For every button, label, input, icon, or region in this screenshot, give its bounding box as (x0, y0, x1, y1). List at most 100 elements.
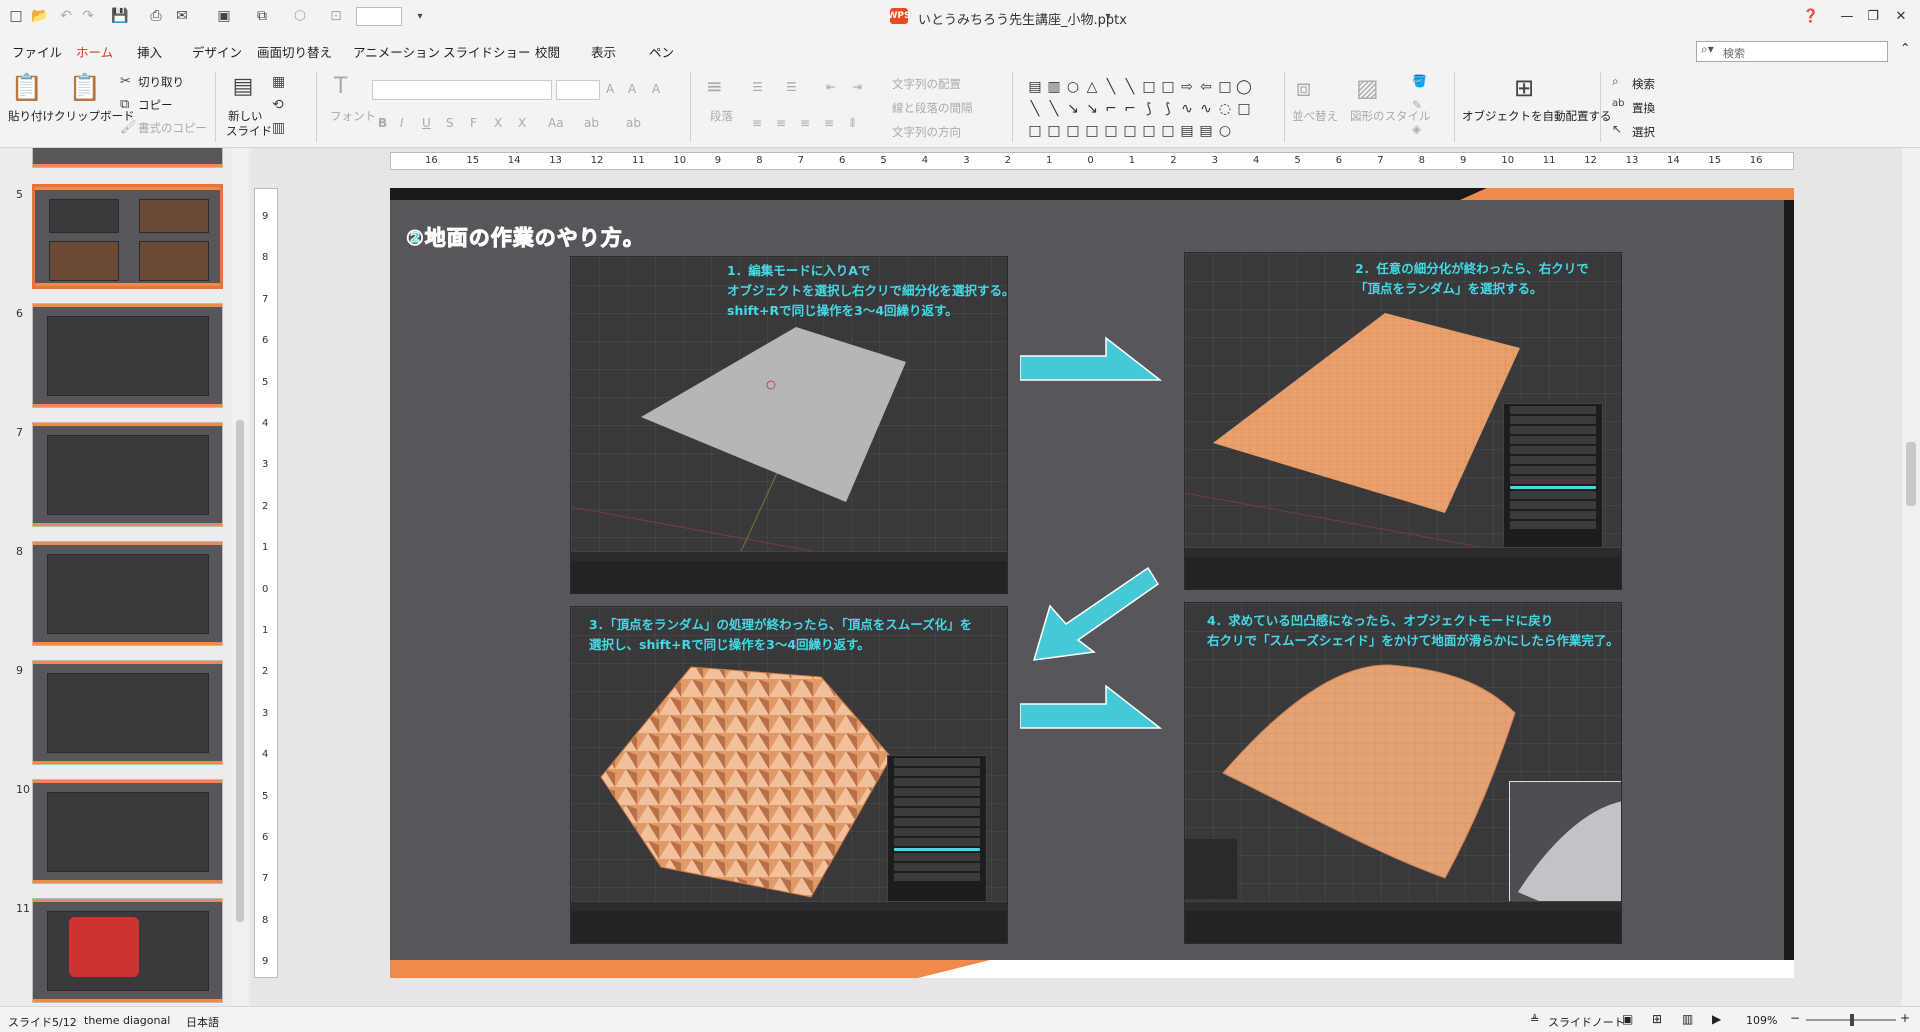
reset-icon[interactable]: ⟲ (272, 97, 284, 113)
theme-name[interactable]: theme diagonal (84, 1014, 170, 1027)
paste-button[interactable]: 貼り付け (8, 108, 54, 124)
tab-insert[interactable]: 挿入 (137, 42, 162, 61)
slide-sorter-icon[interactable]: ⊞ (1652, 1012, 1662, 1026)
search-input[interactable]: 検索 (1696, 41, 1888, 62)
zoom-out-icon[interactable]: − (1790, 1011, 1800, 1025)
shape-option-icon[interactable]: ▥ (1045, 78, 1063, 96)
shape-option-icon[interactable]: ▤ (1197, 122, 1215, 140)
tab-home[interactable]: ホーム (76, 42, 114, 66)
indent-increase-icon[interactable]: ⇥ (852, 80, 862, 94)
shape-option-icon[interactable]: ○ (1064, 78, 1082, 96)
tab-review[interactable]: 校閲 (535, 42, 560, 61)
shape-option-icon[interactable]: □ (1121, 122, 1139, 140)
shape-option-icon[interactable]: ⇨ (1178, 78, 1196, 96)
ribbon-collapse-icon[interactable]: ⌃ (1900, 40, 1910, 55)
redo-icon[interactable]: ↷ (78, 6, 98, 26)
customize-toolbar-icon[interactable]: ▾ (410, 6, 430, 26)
shape-option-icon[interactable]: □ (1235, 100, 1253, 118)
zoom-in-icon[interactable]: + (1900, 1011, 1910, 1025)
effects-icon[interactable]: ◈ (1412, 122, 1421, 136)
zoom-slider-thumb[interactable] (1850, 1014, 1854, 1026)
auto-arrange-icon[interactable]: ⊞ (1514, 74, 1534, 102)
slide-thumbnail-8[interactable] (32, 541, 223, 646)
line-spacing-button[interactable]: 線と段落の間隔 (892, 100, 973, 116)
align-right-icon[interactable]: ≡ (800, 116, 810, 130)
find-button[interactable]: 検索 (1632, 76, 1655, 92)
restore-icon[interactable]: ❐ (1862, 6, 1884, 26)
tab-design[interactable]: デザイン (192, 42, 242, 61)
shape-option-icon[interactable]: □ (1045, 122, 1063, 140)
align-left-icon[interactable]: ≡ (752, 116, 762, 130)
screenshot-step-1[interactable]: 1．編集モードに入りAで オブジェクトを選択し右クリで細分化を選択する。 shi… (570, 256, 1008, 594)
horizontal-ruler[interactable]: 16 15 14 13 12 11 10 9 8 7 6 5 4 3 2 1 0 1 2 3 4 5 6 7 8 9 10 11 12 1… (390, 152, 1794, 170)
shape-option-icon[interactable]: ⟆ (1159, 100, 1177, 118)
slide-title[interactable]: ②地面の作業のやり方。 (406, 222, 645, 252)
new-file-icon[interactable]: □ (6, 6, 26, 26)
close-icon[interactable]: ✕ (1890, 6, 1912, 26)
screenshot-step-3[interactable]: 3．「頂点をランダム」の処理が終わったら、「頂点をスムーズ化」を 選択し、shi… (570, 606, 1008, 944)
slide-thumbnail-7[interactable] (32, 422, 223, 527)
highlight-icon[interactable]: ab (626, 116, 641, 130)
slide-notes-button[interactable]: スライドノート (1548, 1014, 1625, 1030)
shape-option-icon[interactable]: ╲ (1102, 78, 1120, 96)
shadow-icon[interactable]: S (446, 116, 454, 130)
tab-transitions[interactable]: 画面切り替え (257, 42, 332, 61)
tab-view[interactable]: 表示 (591, 42, 616, 61)
screenshot-step-4[interactable]: 4．求めている凹凸感になったら、オブジェクトモードに戻り 右クリで「スムーズシェ… (1184, 602, 1622, 944)
bold-icon[interactable]: B (378, 116, 387, 130)
arrange-button[interactable]: 並べ替え (1292, 108, 1338, 124)
shapes-icon[interactable]: ⬡ (290, 6, 310, 26)
tab-file[interactable]: ファイル (12, 42, 62, 61)
slide-thumbnail-11[interactable] (32, 898, 223, 1003)
open-folder-icon[interactable]: 📂 (30, 6, 50, 26)
strikethrough-icon[interactable]: F (470, 116, 477, 130)
superscript-icon[interactable]: X (494, 116, 502, 130)
subscript-icon[interactable]: X (518, 116, 526, 130)
indent-decrease-icon[interactable]: ⇤ (826, 80, 836, 94)
slide-thumbnail-5[interactable] (32, 184, 223, 289)
shape-option-icon[interactable]: □ (1140, 78, 1158, 96)
tab-pen[interactable]: ペン (649, 42, 674, 61)
outline-icon[interactable]: ✎ (1412, 98, 1422, 112)
shape-option-icon[interactable]: ∿ (1197, 100, 1215, 118)
shape-option-icon[interactable]: □ (1064, 122, 1082, 140)
shape-option-icon[interactable]: □ (1140, 122, 1158, 140)
duplicate-icon[interactable]: ⧉ (252, 6, 272, 26)
select-button[interactable]: 選択 (1632, 124, 1655, 140)
language[interactable]: 日本語 (186, 1014, 219, 1030)
shape-option-icon[interactable]: ▤ (1178, 122, 1196, 140)
shape-option-icon[interactable]: □ (1083, 122, 1101, 140)
shape-option-icon[interactable]: ╲ (1026, 100, 1044, 118)
numbering-icon[interactable]: ☰ (786, 80, 797, 94)
shape-option-icon[interactable]: ⟆ (1140, 100, 1158, 118)
italic-icon[interactable]: I (400, 116, 404, 130)
shape-option-icon[interactable]: □ (1159, 78, 1177, 96)
editor-scrollbar-thumb[interactable] (1906, 442, 1916, 506)
copy-button[interactable]: コピー (138, 97, 173, 113)
shape-option-icon[interactable]: □ (1216, 78, 1234, 96)
shape-option-icon[interactable]: □ (1159, 122, 1177, 140)
save-icon[interactable]: 💾 (110, 6, 130, 26)
shape-option-icon[interactable]: ╲ (1045, 100, 1063, 118)
new-slide-icon[interactable]: ▤ (228, 74, 258, 99)
arrange-icon[interactable]: ⧈ (1296, 74, 1311, 102)
auto-arrange-button[interactable]: オブジェクトを自動配置する (1462, 108, 1612, 124)
clipboard-icon[interactable]: 📋 (69, 72, 101, 104)
shape-option-icon[interactable]: ◌ (1216, 100, 1234, 118)
format-copy-button[interactable]: 書式のコピー (138, 120, 207, 136)
shape-option-icon[interactable]: ▤ (1026, 78, 1044, 96)
shape-option-icon[interactable]: ∿ (1178, 100, 1196, 118)
layout-icon[interactable]: ▣ (214, 6, 234, 26)
bullets-icon[interactable]: ☰ (752, 80, 763, 94)
tab-animations[interactable]: アニメーション (353, 42, 440, 61)
section-icon[interactable]: ▥ (272, 120, 285, 136)
shape-option-icon[interactable]: ↘ (1064, 100, 1082, 118)
justify-icon[interactable]: ≡ (824, 116, 834, 130)
clear-format-icon[interactable]: A (652, 82, 660, 96)
mail-icon[interactable]: ✉ (172, 6, 192, 26)
undo-icon[interactable]: ↶ (56, 6, 76, 26)
cut-button[interactable]: 切り取り (138, 74, 184, 90)
shape-option-icon[interactable]: ◯ (1235, 78, 1253, 96)
fill-icon[interactable]: 🪣 (1412, 74, 1427, 88)
slide-canvas[interactable]: ②地面の作業のやり方。 1．編集モードに入りAで オブジェクトを選択し右クリで細… (390, 188, 1794, 978)
